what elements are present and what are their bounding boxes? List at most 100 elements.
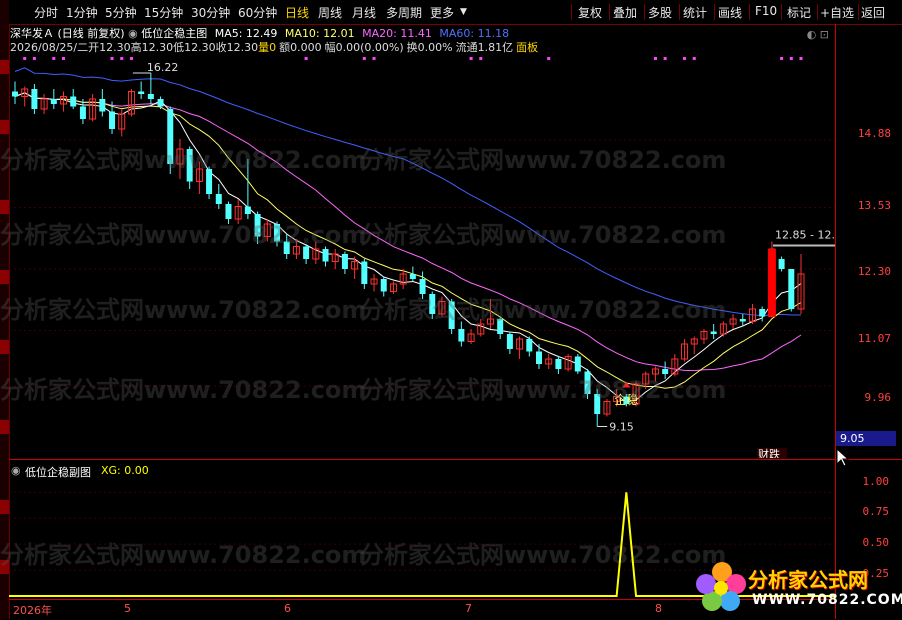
period-button[interactable]: 5分钟 — [105, 4, 137, 21]
high-label: 16.22 — [147, 61, 179, 74]
candle-body — [710, 331, 717, 334]
candle-body — [506, 334, 513, 349]
signal-marker — [129, 57, 133, 60]
y-tick-label: 13.53 — [857, 199, 891, 212]
range-label: 12.85 - 12.7 — [775, 229, 835, 242]
left-tab[interactable] — [0, 200, 9, 214]
left-tab[interactable] — [0, 420, 9, 434]
quote-open: 开12.30 — [88, 41, 131, 54]
candle-body — [536, 351, 542, 364]
candle-body — [244, 206, 251, 214]
gear-icon[interactable]: ◉ — [11, 464, 21, 477]
signal-marker — [683, 57, 687, 60]
y-tick-label: 9.96 — [864, 391, 892, 404]
left-tab[interactable] — [0, 340, 9, 354]
period-button[interactable]: 30分钟 — [191, 4, 230, 21]
panel-button[interactable]: 面板 — [516, 41, 538, 54]
signal-marker — [52, 57, 56, 60]
quote-high: 高12.30 — [130, 41, 174, 54]
left-tab[interactable] — [0, 60, 9, 74]
signal-marker — [362, 57, 366, 60]
period-toolbar: 分时 1分钟 5分钟 15分钟 30分钟 60分钟 日线 周线 月线 多周期 更… — [9, 0, 902, 25]
candle-body — [167, 109, 174, 164]
panel-divider[interactable] — [9, 459, 902, 460]
candle-body — [138, 91, 145, 94]
main-chart-panel[interactable]: 16.229.15企稳12.85 - 12.7财跌 深华发Ａ (日线 前复权) … — [9, 24, 835, 458]
left-tab[interactable] — [0, 120, 9, 134]
multi-stock-button[interactable]: 多股 — [648, 4, 672, 21]
candle-body — [584, 371, 591, 394]
chevron-down-icon[interactable]: ▼ — [460, 7, 467, 17]
quote-date: 2026/08/25/二 — [10, 41, 89, 54]
low-label: 9.15 — [609, 421, 634, 434]
candle-body — [458, 329, 465, 342]
f10-button[interactable]: F10 — [755, 4, 777, 18]
period-button[interactable]: 分时 — [34, 4, 58, 21]
left-tab[interactable] — [0, 500, 9, 514]
quote-turnover: 换0.00% — [406, 41, 453, 54]
candle-body — [341, 254, 348, 269]
candle-body — [147, 94, 154, 99]
mark-button[interactable]: 标记 — [787, 4, 811, 21]
candle-body — [739, 319, 746, 322]
candle-body — [759, 309, 766, 317]
x-tick-label: 6 — [284, 602, 291, 615]
quote-low: 低12.30 — [173, 41, 216, 54]
candle-body — [12, 91, 18, 97]
add-watchlist-button[interactable]: +自选 — [820, 4, 854, 21]
candle-body — [361, 261, 368, 284]
period-button[interactable]: 月线 — [352, 4, 376, 21]
candle-body — [555, 359, 562, 369]
candlestick-chart[interactable]: 16.22 9.15 企稳 12.85 - 12.7 财跌 — [9, 24, 835, 458]
candle-body — [206, 169, 213, 194]
y-tick-label: 12.30 — [857, 265, 891, 278]
more-menu-button[interactable]: 更多 — [430, 4, 454, 21]
candle-body — [448, 301, 455, 329]
overlay-button[interactable]: 叠加 — [613, 4, 637, 21]
sub-chart-header: ◉ 低位企稳副图 XG: 0.00 — [9, 462, 835, 479]
logo-text: 分析家公式网 — [748, 568, 868, 592]
period-button[interactable]: 15分钟 — [144, 4, 183, 21]
candle-body — [594, 394, 601, 414]
period-button[interactable]: 多周期 — [386, 4, 422, 21]
cursor-price-label: 9.05 — [836, 431, 896, 446]
signal-marker — [479, 57, 483, 60]
y-tick-label: 1.00 — [862, 475, 890, 488]
candle-body — [157, 99, 164, 107]
y-tick-label: 11.07 — [857, 332, 891, 345]
candle-body — [99, 99, 106, 112]
candle-body — [788, 269, 795, 309]
signal-marker — [23, 57, 27, 60]
quote-close: 收12.30 — [215, 41, 259, 54]
period-button[interactable]: 60分钟 — [238, 4, 277, 21]
price-axis[interactable]: 14.88 13.53 12.30 11.07 9.96 9.05 1.00 0… — [835, 24, 902, 619]
stats-button[interactable]: 统计 — [683, 4, 707, 21]
quote-float: 流通1.81亿 — [455, 41, 514, 54]
candle-body — [50, 99, 57, 104]
flower-logo-icon — [696, 562, 746, 611]
back-button[interactable]: 返回 — [861, 4, 885, 21]
period-button[interactable]: 1分钟 — [66, 4, 98, 21]
signal-marker — [110, 57, 114, 60]
buy-arrow-icon — [622, 381, 631, 388]
expand-icon[interactable]: ◐ ⊡ — [807, 28, 829, 41]
y-tick-label: 0.75 — [862, 505, 890, 518]
left-tab[interactable] — [0, 560, 9, 574]
quote-amount: 额0.000 — [279, 41, 322, 54]
period-button[interactable]: 周线 — [318, 4, 342, 21]
x-tick-label: 7 — [465, 602, 472, 615]
candle-body — [186, 149, 193, 182]
candle-body — [497, 319, 504, 334]
adjust-button[interactable]: 复权 — [578, 4, 602, 21]
signal-marker — [663, 57, 667, 60]
candle-body — [429, 294, 436, 314]
candle-body — [254, 214, 261, 237]
period-button-active[interactable]: 日线 — [285, 4, 309, 21]
candle-body — [419, 279, 426, 294]
candle-body — [526, 339, 533, 352]
draw-button[interactable]: 画线 — [718, 4, 742, 21]
signal-marker — [799, 57, 803, 60]
left-tab[interactable] — [0, 270, 9, 284]
signal-marker — [653, 57, 657, 60]
ma5-line — [14, 92, 802, 403]
